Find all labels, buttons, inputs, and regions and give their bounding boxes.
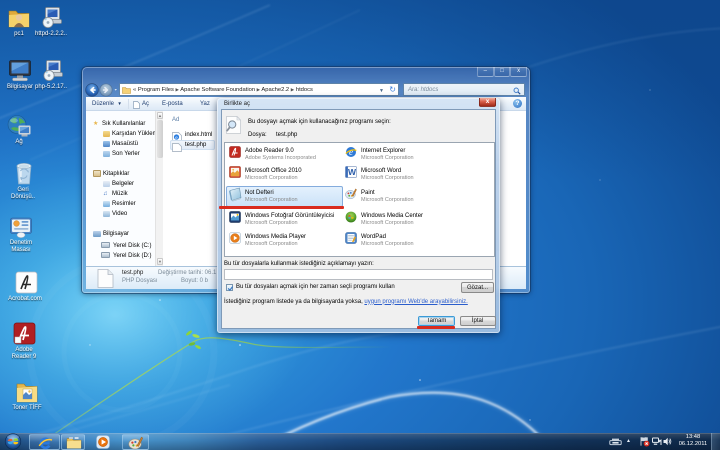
svg-text:e: e <box>349 147 353 157</box>
svg-text:W: W <box>348 167 357 177</box>
